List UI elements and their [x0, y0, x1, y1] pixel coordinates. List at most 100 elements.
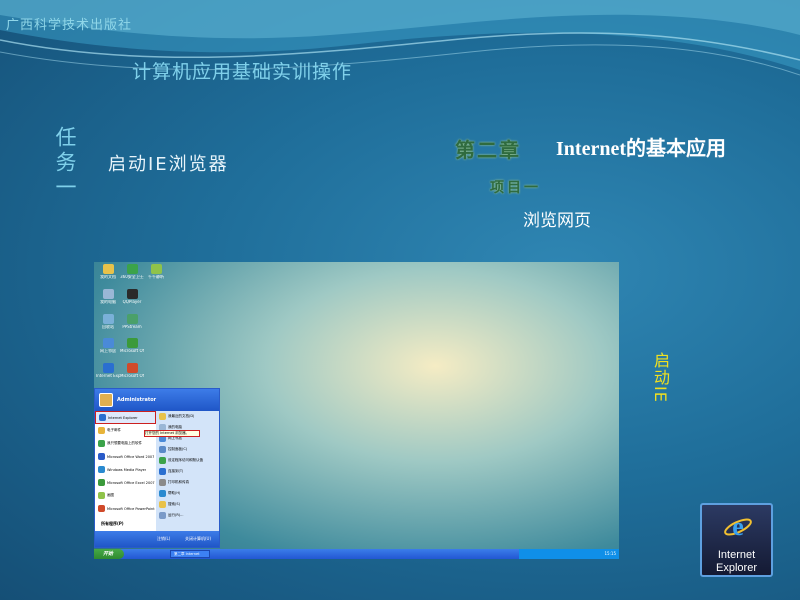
start-item-media-player[interactable]: Windows Media Player — [95, 463, 156, 476]
ie-tooltip: 打开您的 Internet 浏览器。 — [144, 430, 200, 437]
start-menu-header: Administrator — [95, 389, 219, 411]
desktop-icon-my-computer: 我的电脑 — [96, 289, 120, 311]
media-player-icon — [98, 466, 105, 473]
start-place-item[interactable]: 搜索(S) — [156, 499, 219, 510]
launch-ie-note: 启动IE — [651, 352, 670, 403]
start-menu-footer: 注销(L) 关闭计算机(U) — [95, 531, 219, 547]
start-item-label: 我只想要电脑上的软件 — [107, 441, 142, 445]
ie-label-line1: Internet — [717, 549, 756, 561]
ie-label-line2: Explorer — [716, 562, 757, 574]
publisher-name: 广西科学技术出版社 — [6, 18, 133, 33]
start-menu: Administrator Internet Explorer 电子邮件 我只想… — [94, 388, 220, 548]
start-place-label: 帮助(H) — [168, 491, 181, 495]
start-place-item[interactable]: 我最近的文档(D) — [156, 411, 219, 422]
help-icon — [159, 490, 166, 497]
start-item-powerpoint[interactable]: Microsoft Office PowerPoint 2007 — [95, 502, 156, 515]
ie-icon — [99, 414, 106, 421]
start-item-label: Windows Media Player — [107, 467, 147, 472]
start-place-item[interactable]: 设定程序访问和默认值 — [156, 455, 219, 466]
excel-icon — [98, 479, 105, 486]
start-place-label: 控制面板(C) — [168, 447, 188, 451]
music-icon — [150, 264, 162, 274]
desktop-icon-my-documents: 我的文档 — [96, 264, 120, 286]
desktop-icon-office-excel: Microsoft Office — [120, 338, 144, 360]
desktop-screenshot: 我的文档 360安全卫士 千千静听 我的电脑 QQPlayer 回收站 PPSt… — [94, 262, 619, 559]
system-tray: 15:15 — [519, 549, 619, 559]
start-item-word[interactable]: Microsoft Office Word 2007 — [95, 450, 156, 463]
desktop-icon-label: Internet Explorer — [96, 374, 120, 378]
desktop-icon-qqplayer: QQPlayer — [120, 289, 144, 311]
search-icon — [159, 501, 166, 508]
desktop-icon-label: Microsoft Office — [120, 349, 144, 353]
start-item-label: Microsoft Office Excel 2007 — [107, 480, 155, 485]
start-item-label: 电子邮件 — [107, 428, 121, 432]
start-place-label: 搜索(S) — [168, 502, 180, 506]
shutdown-button[interactable]: 关闭计算机(U) — [185, 536, 211, 542]
mail-icon — [98, 427, 105, 434]
start-item-paint[interactable]: 画图 — [95, 489, 156, 502]
desktop-icon-label: QQPlayer — [122, 300, 142, 304]
start-place-label: 打印机和传真 — [168, 480, 189, 484]
defaults-icon — [159, 457, 166, 464]
desktop-icon-ttplayer: 千千静听 — [144, 264, 168, 286]
chapter-title: Internet的基本应用 — [556, 138, 726, 160]
desktop-icon-label: 网上邻居 — [100, 349, 116, 353]
run-icon — [159, 512, 166, 519]
start-item-label: 画图 — [107, 493, 114, 497]
taskbar-task-button[interactable]: 第二章 Internet — [170, 550, 210, 558]
word-icon — [98, 453, 105, 460]
chapter-number: 第二章 — [455, 138, 521, 162]
excel-icon — [126, 338, 138, 348]
start-place-label: 设定程序访问和默认值 — [168, 458, 203, 462]
clock: 15:15 — [604, 551, 616, 556]
app-icon — [98, 440, 105, 447]
desktop-icon-360: 360安全卫士 — [120, 264, 144, 286]
shield-icon — [126, 264, 138, 274]
course-title: 计算机应用基础实训操作 — [132, 61, 353, 83]
desktop-icon-label: 我的文档 — [100, 275, 116, 279]
start-item-label: Internet Explorer — [108, 415, 138, 420]
taskbar: 开始 第二章 Internet 15:15 — [94, 549, 619, 559]
start-item-internet-explorer[interactable]: Internet Explorer — [95, 411, 156, 424]
player-icon — [126, 289, 138, 299]
desktop-icon-label: Microsoft Office — [120, 374, 144, 378]
powerpoint-icon — [126, 363, 138, 373]
printer-icon — [159, 479, 166, 486]
desktop-icon-label: PPStream — [122, 325, 142, 329]
folder-icon — [159, 413, 166, 420]
start-place-item[interactable]: 打印机和传真 — [156, 477, 219, 488]
desktop-icon-network: 网上邻居 — [96, 338, 120, 360]
svg-text:e: e — [732, 512, 744, 541]
powerpoint-icon — [98, 505, 105, 512]
recycle-bin-icon — [102, 314, 114, 324]
user-avatar — [99, 393, 113, 407]
control-panel-icon — [159, 446, 166, 453]
project-title: 浏览网页 — [523, 211, 591, 231]
start-item-label: Microsoft Office PowerPoint 2007 — [107, 506, 156, 511]
all-programs-button[interactable]: 所有程序(P) — [101, 521, 124, 527]
start-place-label: 我最近的文档(D) — [168, 414, 195, 418]
ie-logo-icon: e — [724, 512, 752, 541]
desktop-icon-label: 回收站 — [102, 325, 114, 329]
start-button[interactable]: 开始 — [94, 549, 124, 559]
connect-icon — [159, 468, 166, 475]
task-text: 启动IE浏览器 — [108, 154, 229, 175]
project-label: 项目一 — [490, 180, 541, 196]
start-item-excel[interactable]: Microsoft Office Excel 2007 — [95, 476, 156, 489]
ie-shortcut[interactable]: e Internet Explorer — [700, 503, 773, 577]
start-item-label: Microsoft Office Word 2007 — [107, 454, 155, 459]
logoff-button[interactable]: 注销(L) — [157, 536, 170, 542]
start-place-item[interactable]: 运行(R)... — [156, 510, 219, 521]
task-label: 任务一 — [53, 126, 77, 201]
start-place-item[interactable]: 连接到(T) — [156, 466, 219, 477]
start-place-item[interactable]: 控制面板(C) — [156, 444, 219, 455]
desktop-icon-internet-explorer: Internet Explorer — [96, 363, 120, 385]
start-item-software[interactable]: 我只想要电脑上的软件 — [95, 437, 156, 450]
start-place-label: 连接到(T) — [168, 469, 184, 473]
tv-icon — [126, 314, 138, 324]
ie-shortcut-label: Internet Explorer — [702, 549, 771, 575]
computer-icon — [102, 289, 114, 299]
desktop-icon-office-ppt: Microsoft Office — [120, 363, 144, 385]
folder-icon — [102, 264, 114, 274]
start-place-item[interactable]: 帮助(H) — [156, 488, 219, 499]
